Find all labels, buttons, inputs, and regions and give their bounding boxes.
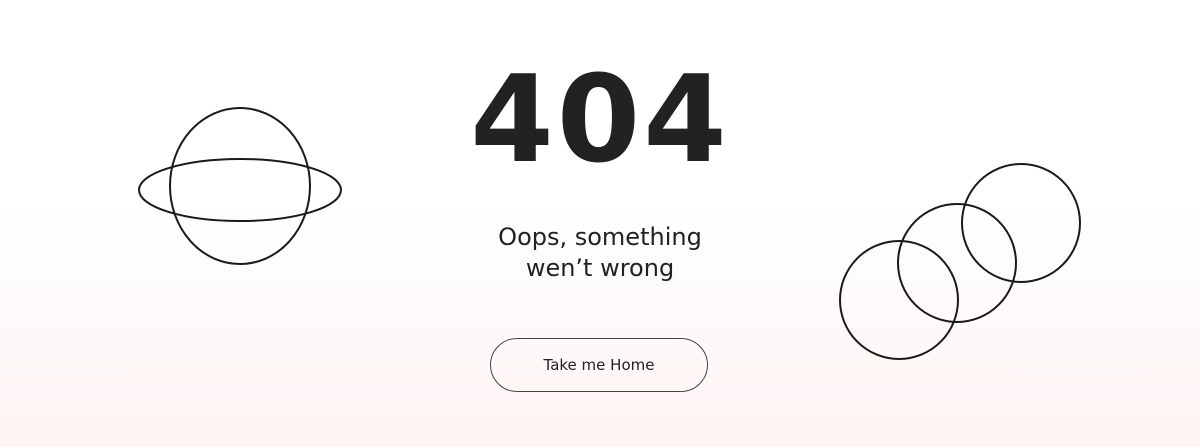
error-message: Oops, something wen’t wrong (450, 222, 750, 284)
error-code: 404 (470, 51, 730, 190)
take-me-home-button[interactable]: Take me Home (490, 338, 708, 392)
error-message-line-2: wen’t wrong (525, 254, 675, 282)
error-message-line-1: Oops, something (498, 223, 702, 251)
error-page: 404 Oops, something wen’t wrong Take me … (0, 0, 1200, 447)
